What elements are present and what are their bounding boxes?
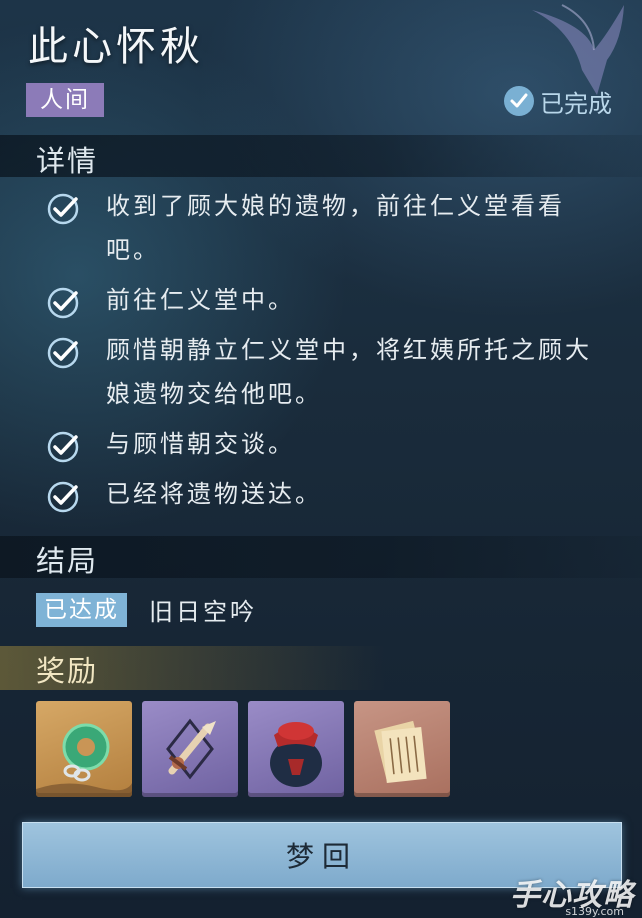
- task-list: 收到了顾大娘的遗物，前往仁义堂看看吧。 前往仁义堂中。 顾惜朝静立仁义堂中，将红…: [46, 190, 618, 528]
- task-check-icon: [47, 431, 79, 463]
- task-item: 顾惜朝静立仁义堂中，将红姨所托之顾大娘遗物交给他吧。: [46, 334, 618, 416]
- rewards-heading: 奖励: [36, 654, 99, 688]
- task-item: 前往仁义堂中。: [46, 284, 618, 322]
- task-item: 已经将遗物送达。: [46, 478, 618, 516]
- jade-pendant-icon: [36, 723, 132, 797]
- task-item: 与顾惜朝交谈。: [46, 428, 618, 466]
- quest-category-tag: 人间: [26, 83, 104, 117]
- quest-title: 此心怀秋: [28, 24, 204, 70]
- task-check-icon: [47, 481, 79, 513]
- reward-item[interactable]: [36, 701, 132, 797]
- task-text: 收到了顾大娘的遗物，前往仁义堂看看吧。: [106, 192, 565, 264]
- watermark-url: s139y.com: [565, 905, 624, 918]
- reward-item[interactable]: [142, 701, 238, 797]
- task-text: 前往仁义堂中。: [106, 286, 295, 314]
- task-text: 顾惜朝静立仁义堂中，将红姨所托之顾大娘遗物交给他吧。: [106, 336, 592, 408]
- quest-status: 已完成: [504, 84, 612, 118]
- ending-heading: 结局: [36, 544, 99, 578]
- status-label: 已完成: [540, 89, 612, 118]
- reward-list: [36, 701, 450, 797]
- reward-item[interactable]: [248, 701, 344, 797]
- dagger-icon: [166, 718, 216, 780]
- task-check-icon: [47, 193, 79, 225]
- completed-check-icon: [504, 86, 534, 116]
- ending-name: 旧日空吟: [149, 598, 257, 626]
- ending-achieved-badge: 已达成: [36, 592, 127, 627]
- book-scroll-icon: [374, 720, 427, 783]
- wine-jar-icon: [270, 722, 322, 787]
- details-heading: 详情: [36, 144, 99, 178]
- task-check-icon: [47, 287, 79, 319]
- task-check-icon: [47, 337, 79, 369]
- reward-item[interactable]: [354, 701, 450, 797]
- ending-row: 已达成 旧日空吟: [36, 592, 257, 627]
- task-text: 与顾惜朝交谈。: [106, 430, 295, 458]
- task-text: 已经将遗物送达。: [106, 480, 322, 508]
- task-item: 收到了顾大娘的遗物，前往仁义堂看看吧。: [46, 190, 618, 272]
